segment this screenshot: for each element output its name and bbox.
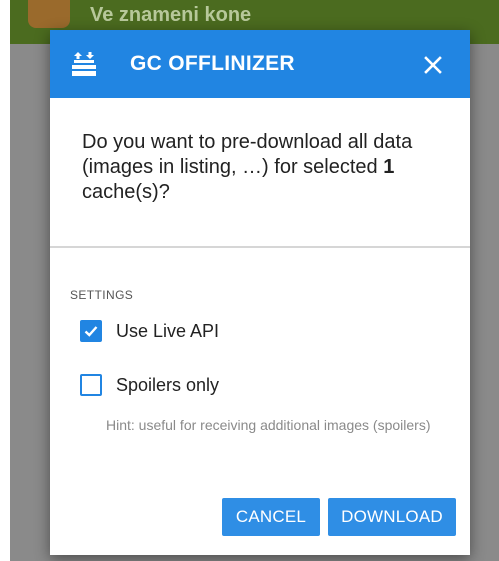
message-cache-count: 1	[383, 156, 395, 178]
dialog-title: GC OFFLINIZER	[130, 52, 295, 75]
use-live-api-checkbox[interactable]	[80, 320, 102, 342]
background-title: Ve znameni kone	[90, 4, 252, 26]
cache-type-icon	[28, 0, 70, 28]
message-text-start: Do you want to pre-download all data (im…	[82, 131, 413, 178]
dialog-header: GC OFFLINIZER	[50, 30, 470, 98]
download-button[interactable]: DOWNLOAD	[328, 498, 456, 536]
close-icon[interactable]	[418, 50, 448, 80]
offlinizer-dialog: GC OFFLINIZER Do you want to pre-downloa…	[50, 30, 470, 555]
dialog-message: Do you want to pre-download all data (im…	[82, 130, 442, 205]
divider	[50, 246, 470, 248]
spoilers-hint: Hint: useful for receiving additional im…	[106, 417, 431, 433]
message-text-end: cache(s)?	[82, 181, 170, 203]
box-upload-icon	[72, 52, 96, 76]
checkmark-icon	[84, 326, 98, 337]
use-live-api-label: Use Live API	[116, 320, 220, 341]
spoilers-only-label: Spoilers only	[116, 374, 220, 395]
cancel-button[interactable]: CANCEL	[222, 498, 320, 536]
use-live-api-option[interactable]: Use Live API	[80, 318, 219, 344]
spoilers-only-checkbox[interactable]	[80, 374, 102, 396]
spoilers-only-option[interactable]: Spoilers only	[80, 372, 219, 398]
settings-section-label: SETTINGS	[70, 288, 134, 302]
